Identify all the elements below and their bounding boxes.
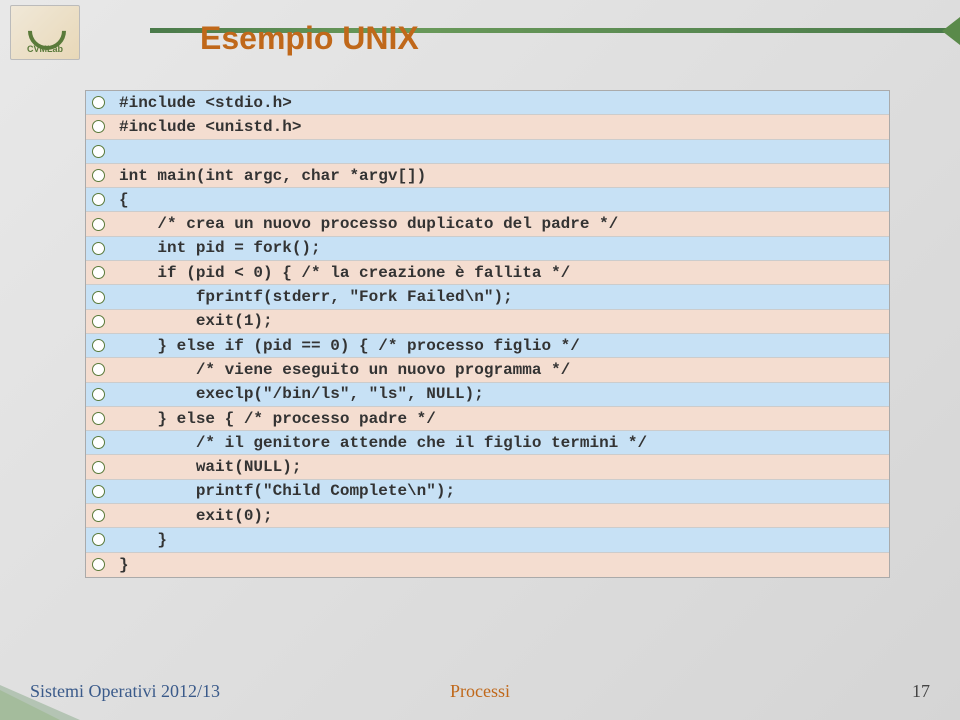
code-text: #include <unistd.h> [119, 118, 301, 136]
logo-swirl-icon [28, 12, 63, 42]
code-line: int pid = fork(); [86, 237, 889, 261]
code-text: /* viene eseguito un nuovo programma */ [119, 361, 570, 379]
code-text: exit(1); [119, 312, 273, 330]
logo: CVMLab [10, 5, 80, 60]
bullet-icon [92, 461, 105, 474]
code-line: printf("Child Complete\n"); [86, 480, 889, 504]
code-line: /* crea un nuovo processo duplicato del … [86, 212, 889, 236]
code-text: #include <stdio.h> [119, 94, 292, 112]
bullet-icon [92, 436, 105, 449]
code-line: exit(0); [86, 504, 889, 528]
code-text: if (pid < 0) { /* la creazione è fallita… [119, 264, 570, 282]
code-line: int main(int argc, char *argv[]) [86, 164, 889, 188]
bullet-icon [92, 242, 105, 255]
code-text: } [119, 531, 167, 549]
bullet-icon [92, 266, 105, 279]
footer-course: Sistemi Operativi 2012/13 [30, 681, 220, 702]
bullet-icon [92, 169, 105, 182]
code-line: } else { /* processo padre */ [86, 407, 889, 431]
bullet-icon [92, 412, 105, 425]
slide-footer: Sistemi Operativi 2012/13 Processi 17 [30, 681, 930, 702]
bullet-icon [92, 363, 105, 376]
bullet-icon [92, 120, 105, 133]
code-line: #include <stdio.h> [86, 91, 889, 115]
code-line: /* il genitore attende che il figlio ter… [86, 431, 889, 455]
code-line: execlp("/bin/ls", "ls", NULL); [86, 383, 889, 407]
code-line: wait(NULL); [86, 455, 889, 479]
bullet-icon [92, 315, 105, 328]
bullet-icon [92, 291, 105, 304]
code-block: #include <stdio.h> #include <unistd.h> int… [85, 90, 890, 578]
code-text: /* crea un nuovo processo duplicato del … [119, 215, 618, 233]
bullet-icon [92, 533, 105, 546]
bullet-icon [92, 388, 105, 401]
code-line: exit(1); [86, 310, 889, 334]
code-line: } [86, 553, 889, 577]
code-line: } else if (pid == 0) { /* processo figli… [86, 334, 889, 358]
code-line: } [86, 528, 889, 552]
code-text: int pid = fork(); [119, 239, 321, 257]
footer-topic: Processi [450, 681, 510, 702]
code-text: wait(NULL); [119, 458, 301, 476]
bullet-icon [92, 509, 105, 522]
code-text: fprintf(stderr, "Fork Failed\n"); [119, 288, 513, 306]
bullet-icon [92, 193, 105, 206]
bullet-icon [92, 485, 105, 498]
code-text: } else { /* processo padre */ [119, 410, 436, 428]
bullet-icon [92, 558, 105, 571]
code-line: fprintf(stderr, "Fork Failed\n"); [86, 285, 889, 309]
code-text: int main(int argc, char *argv[]) [119, 167, 426, 185]
slide-title: Esempio UNIX [200, 20, 419, 57]
bullet-icon [92, 145, 105, 158]
bullet-icon [92, 218, 105, 231]
bullet-icon [92, 339, 105, 352]
code-text: execlp("/bin/ls", "ls", NULL); [119, 385, 484, 403]
code-text: } [119, 556, 129, 574]
code-line [86, 140, 889, 164]
slide-header: CVMLab [0, 0, 960, 60]
code-line: if (pid < 0) { /* la creazione è fallita… [86, 261, 889, 285]
code-text: } else if (pid == 0) { /* processo figli… [119, 337, 580, 355]
code-line: /* viene eseguito un nuovo programma */ [86, 358, 889, 382]
code-text: printf("Child Complete\n"); [119, 482, 455, 500]
footer-page-number: 17 [912, 681, 930, 702]
code-text: { [119, 191, 129, 209]
code-text: exit(0); [119, 507, 273, 525]
code-line: #include <unistd.h> [86, 115, 889, 139]
bullet-icon [92, 96, 105, 109]
code-line: { [86, 188, 889, 212]
code-text: /* il genitore attende che il figlio ter… [119, 434, 647, 452]
